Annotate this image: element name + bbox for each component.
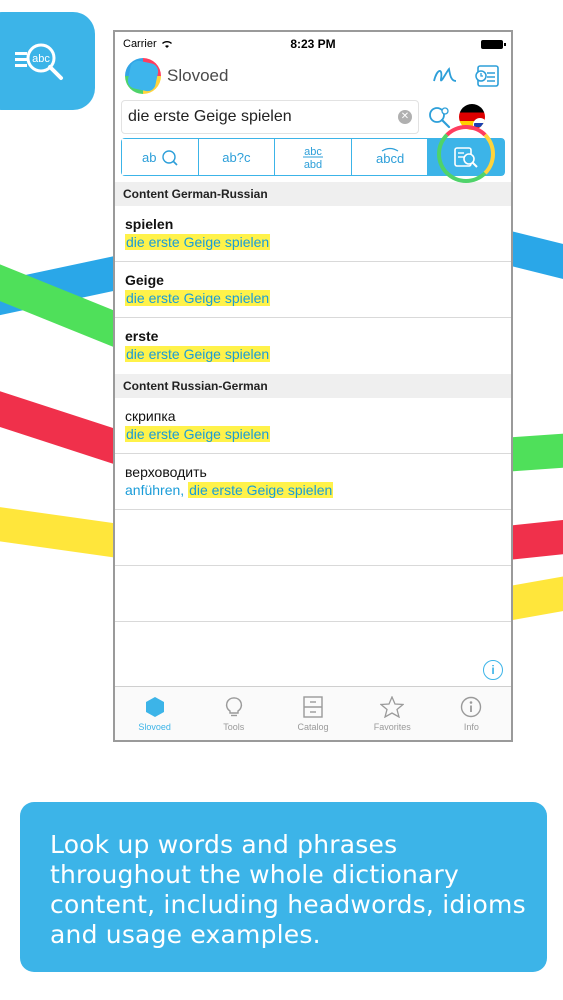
- tab-label: Favorites: [373, 721, 411, 732]
- entry-match: die erste Geige spielen: [125, 234, 501, 250]
- status-bar: Carrier 8:23 PM: [115, 32, 511, 56]
- section-header-german-russian: Content German-Russian: [115, 182, 511, 206]
- entry-headword: верховодить: [125, 464, 207, 480]
- ribbon-red-left: [0, 387, 132, 467]
- entry-translation-prefix: anführen,: [125, 482, 185, 498]
- entry-match: die erste Geige spielen: [125, 346, 501, 362]
- wifi-icon: [161, 40, 172, 48]
- tab-label: Slovoed: [138, 721, 171, 732]
- entry-match: die erste Geige spielen: [125, 426, 501, 442]
- svg-text:abd: abd: [304, 159, 322, 170]
- handwriting-button[interactable]: [431, 62, 459, 90]
- match-highlight: die erste Geige spielen: [125, 290, 271, 306]
- active-mode-ring: [437, 125, 496, 183]
- mode-wildcard-icon: ab: [142, 150, 178, 166]
- search-mode-bar: ab ab?c abc abd abcd: [121, 125, 505, 183]
- mode-wildcard-button[interactable]: ab: [122, 139, 199, 175]
- empty-row: [115, 510, 511, 566]
- slovoed-icon: [145, 696, 164, 717]
- slovoed-logo-icon: [125, 58, 161, 94]
- mode-anagram-icon: abcd: [376, 147, 404, 166]
- entry-headword: скрипка: [125, 408, 176, 424]
- promo-caption: Look up words and phrases throughout the…: [50, 830, 526, 949]
- mode-pattern-label: ab?c: [222, 149, 251, 165]
- svg-text:abc: abc: [304, 146, 322, 158]
- match-highlight: die erste Geige spielen: [188, 482, 334, 498]
- mode-fuzzy-icon: abc abd: [302, 146, 323, 170]
- search-query: die erste Geige spielen: [128, 108, 292, 125]
- svg-text:abc: abc: [32, 53, 50, 65]
- match-highlight: die erste Geige spielen: [125, 234, 271, 250]
- tab-info[interactable]: Info: [432, 687, 511, 740]
- carrier-label: Carrier: [123, 38, 157, 50]
- bulb-icon: [225, 696, 242, 716]
- search-input[interactable]: die erste Geige spielen ✕: [121, 100, 419, 134]
- search-settings-icon[interactable]: [427, 105, 453, 129]
- section-header-russian-german: Content Russian-German: [115, 374, 511, 398]
- result-entry[interactable]: скрипка die erste Geige spielen: [115, 398, 511, 454]
- clear-search-icon[interactable]: ✕: [398, 110, 412, 124]
- history-icon: [475, 65, 499, 87]
- app-name: Slovoed: [167, 66, 229, 85]
- app-header: Slovoed: [115, 56, 511, 96]
- promo-caption-box: Look up words and phrases throughout the…: [20, 802, 547, 972]
- entry-headword: spielen: [125, 216, 174, 232]
- entry-headword: Geige: [125, 272, 164, 288]
- handwriting-icon: [433, 67, 457, 82]
- info-icon: [461, 696, 482, 717]
- entry-match: anführen, die erste Geige spielen: [125, 482, 501, 498]
- history-button[interactable]: [473, 62, 501, 90]
- cabinet-icon: [303, 695, 323, 718]
- tab-label: Info: [463, 721, 479, 732]
- entry-headword: erste: [125, 328, 159, 344]
- match-highlight: die erste Geige spielen: [125, 346, 271, 362]
- fulltext-search-promo-icon: abc: [0, 12, 95, 110]
- match-highlight: die erste Geige spielen: [125, 426, 271, 442]
- entry-match: die erste Geige spielen: [125, 290, 501, 306]
- mode-anagram-button[interactable]: abcd: [351, 139, 429, 175]
- svg-text:abcd: abcd: [376, 151, 404, 166]
- result-entry[interactable]: верховодить anführen, die erste Geige sp…: [115, 454, 511, 510]
- tab-favorites[interactable]: Favorites: [353, 687, 432, 740]
- tab-slovoed[interactable]: Slovoed: [115, 687, 194, 740]
- result-entry[interactable]: erste die erste Geige spielen: [115, 318, 511, 374]
- tab-label: Tools: [223, 721, 245, 732]
- info-button[interactable]: i: [483, 660, 503, 680]
- tab-label: Catalog: [297, 721, 329, 732]
- brand: Slovoed: [125, 58, 228, 94]
- ribbon-yellow-left: [0, 504, 132, 560]
- result-entry[interactable]: spielen die erste Geige spielen: [115, 206, 511, 262]
- tab-catalog[interactable]: Catalog: [273, 687, 352, 740]
- svg-text:ab: ab: [142, 150, 156, 165]
- mode-fuzzy-button[interactable]: abc abd: [275, 139, 352, 175]
- status-time: 8:23 PM: [290, 37, 336, 51]
- tab-tools[interactable]: Tools: [194, 687, 273, 740]
- phone-screen: Carrier 8:23 PM Slovoed die erste Geige …: [113, 30, 513, 742]
- result-entry[interactable]: Geige die erste Geige spielen: [115, 262, 511, 318]
- mode-pattern-button[interactable]: ab?c: [198, 139, 276, 175]
- battery-icon: [481, 39, 506, 49]
- empty-row: [115, 566, 511, 622]
- tab-bar: Slovoed Tools Catalog Favorites Info: [115, 686, 511, 740]
- mode-fulltext-button[interactable]: [428, 125, 504, 183]
- star-icon: [380, 695, 405, 718]
